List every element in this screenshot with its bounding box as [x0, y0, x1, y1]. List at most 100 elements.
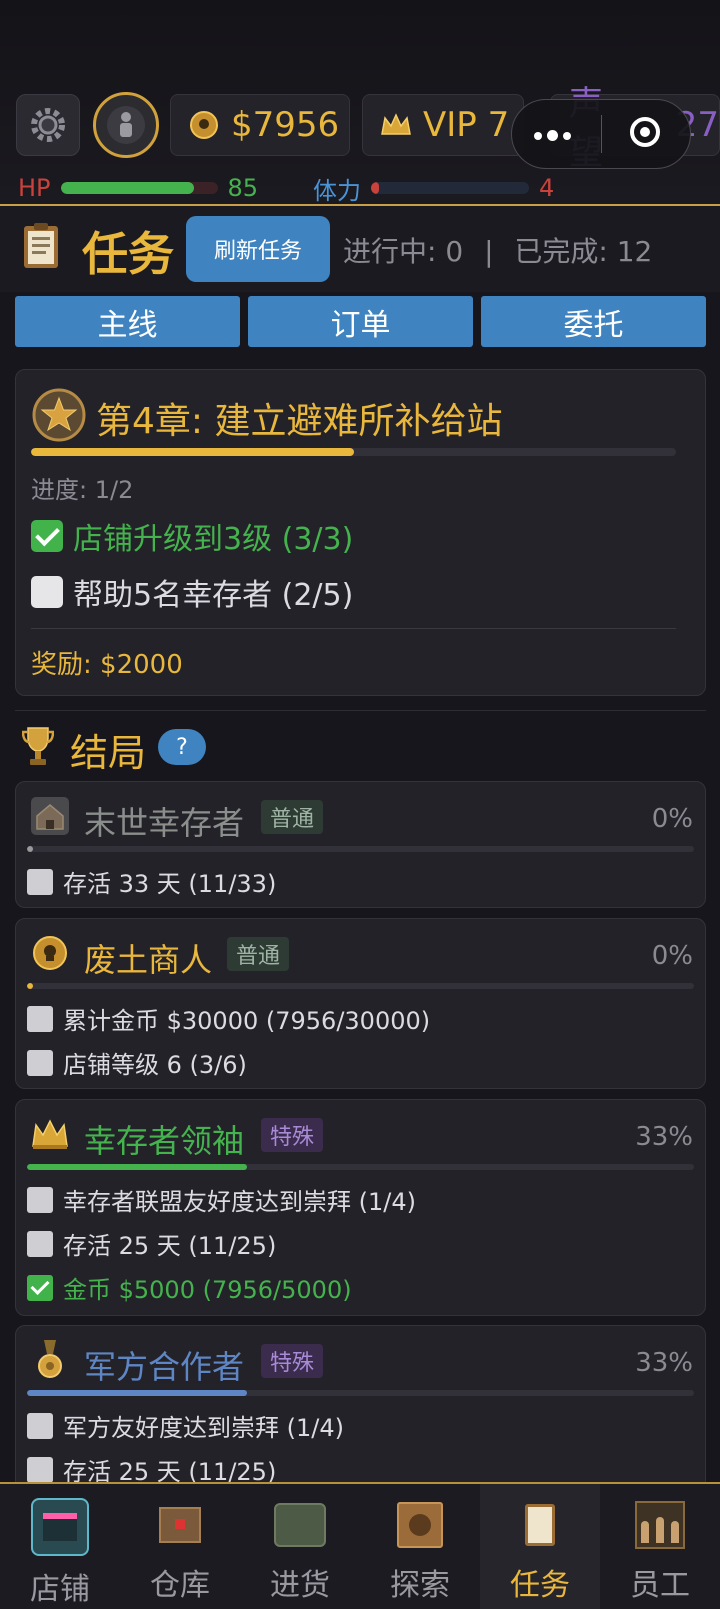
nav-shop[interactable]: 店铺: [0, 1484, 120, 1609]
condition-text: 存活 33 天 (11/33): [63, 870, 277, 898]
nav-restock[interactable]: 进货: [240, 1484, 360, 1609]
condition-text: 金币 $5000 (7956/5000): [63, 1276, 352, 1304]
hp-value: 85: [227, 174, 259, 202]
refresh-tasks-button[interactable]: 刷新任务: [186, 216, 330, 282]
hp-stat: HP 85: [18, 172, 258, 204]
chapter-card: 第4章: 建立避难所补给站 进度: 1/2 店铺升级到3级 (3/3) 帮助5名…: [15, 369, 706, 696]
vip-display[interactable]: VIP 7: [362, 94, 524, 156]
map-icon: [393, 1498, 447, 1552]
hp-bar-fill: [60, 182, 194, 194]
ending-condition: 店铺等级 6 (3/6): [27, 1045, 247, 1080]
soldier-avatar-icon: [107, 106, 145, 144]
checkbox-empty-icon: [27, 1412, 53, 1439]
chapter-progress-fill: [31, 448, 354, 456]
crown-icon: [381, 113, 411, 135]
ending-percent: 0%: [651, 804, 693, 834]
mini-program-capsule: [511, 99, 691, 169]
nav-explore[interactable]: 探索: [360, 1484, 480, 1609]
task-counts: 进行中: 0 | 已完成: 12: [343, 230, 652, 270]
ending-condition: 军方友好度达到崇拜 (1/4): [27, 1408, 344, 1443]
nav-warehouse[interactable]: 仓库: [120, 1484, 240, 1609]
ending-condition: 累计金币 $30000 (7956/30000): [27, 1001, 430, 1036]
stamina-value: 4: [539, 174, 555, 202]
nav-tasks[interactable]: 任务: [480, 1484, 600, 1609]
condition-text: 军方友好度达到崇拜 (1/4): [63, 1414, 344, 1442]
condition-text: 存活 25 天 (11/25): [63, 1232, 277, 1260]
task-tabs: 主线 订单 委托: [15, 296, 706, 347]
checkbox-empty-icon: [27, 1005, 53, 1032]
chapter-progress-text: 进度: 1/2: [31, 476, 134, 504]
ending-percent: 33%: [635, 1348, 693, 1378]
nav-staff[interactable]: 员工: [600, 1484, 720, 1609]
settings-button[interactable]: [16, 94, 80, 156]
ending-progress-fill: [27, 1390, 248, 1396]
nav-label: 任务: [510, 1568, 570, 1603]
trophy-icon: [22, 727, 54, 765]
checkbox-empty-icon: [27, 1230, 53, 1257]
house-icon: [31, 797, 69, 835]
ending-name: 废土商人: [84, 941, 213, 979]
ending-type-badge: 特殊: [261, 1118, 324, 1152]
bottom-nav: 店铺 仓库 进货 探索 任务 员工: [0, 1482, 720, 1609]
condition-text: 累计金币 $30000 (7956/30000): [63, 1007, 431, 1035]
ending-type-badge: 特殊: [261, 1344, 324, 1378]
chapter-progress-bar: [31, 448, 676, 456]
checkbox-empty-icon: [27, 1186, 53, 1213]
ending-condition: 幸存者联盟友好度达到崇拜 (1/4): [27, 1182, 416, 1217]
chapter-objective-1: 店铺升级到3级 (3/3): [31, 514, 353, 558]
close-target-icon[interactable]: [630, 117, 660, 147]
ending-name: 军方合作者: [84, 1348, 245, 1386]
ending-progress-fill: [27, 1164, 248, 1170]
checkbox-empty-icon: [27, 868, 53, 895]
crate-icon: [153, 1498, 207, 1552]
checkbox-checked-icon: [27, 1274, 53, 1301]
truck-icon: [273, 1498, 327, 1552]
ending-type-badge: 普通: [227, 937, 290, 971]
tab-main[interactable]: 主线: [15, 296, 240, 347]
stamina-stat: 体力 4: [313, 172, 555, 205]
chapter-divider: [31, 628, 676, 629]
nav-label: 员工: [630, 1568, 690, 1603]
stamina-label: 体力: [313, 176, 361, 205]
tab-commissions[interactable]: 委托: [481, 296, 706, 347]
clipboard-icon: [24, 223, 58, 268]
section-divider: [15, 710, 706, 711]
coin-skull-icon: [190, 111, 218, 139]
crown-icon: [32, 1119, 68, 1149]
clipboard-icon: [513, 1498, 567, 1552]
endings-title: 结局: [70, 731, 147, 775]
stamina-bar-fill: [371, 182, 379, 194]
count-separator: |: [484, 235, 494, 268]
ending-condition: 存活 33 天 (11/33): [27, 864, 276, 899]
ending-card-merchant[interactable]: 废土商人 普通 0% 累计金币 $30000 (7956/30000) 店铺等级…: [15, 918, 706, 1089]
nav-label: 进货: [270, 1568, 330, 1603]
ending-card-military[interactable]: 军方合作者 特殊 33% 军方友好度达到崇拜 (1/4) 存活 25 天 (11…: [15, 1325, 706, 1500]
ending-card-leader[interactable]: 幸存者领袖 特殊 33% 幸存者联盟友好度达到崇拜 (1/4) 存活 25 天 …: [15, 1099, 706, 1316]
shop-icon: [31, 1498, 89, 1556]
checkbox-checked-icon: [31, 520, 63, 552]
tab-orders[interactable]: 订单: [248, 296, 473, 347]
stamina-bar: [371, 182, 529, 194]
medal-icon: [38, 1340, 62, 1378]
objective-text: 店铺升级到3级 (3/3): [73, 522, 354, 557]
checkbox-empty-icon: [27, 1049, 53, 1076]
avatar[interactable]: [93, 92, 159, 158]
endings-help-button[interactable]: ?: [158, 729, 206, 765]
nav-label: 仓库: [150, 1568, 210, 1603]
ending-progress-bar: [27, 846, 694, 852]
ending-progress-bar: [27, 1164, 694, 1170]
ending-name: 末世幸存者: [84, 804, 245, 842]
in-progress-count: 进行中: 0: [343, 235, 464, 268]
chapter-title: 第4章: 建立避难所补给站: [96, 401, 503, 442]
ending-condition: 金币 $5000 (7956/5000): [27, 1270, 352, 1305]
star-medal-icon: [32, 388, 86, 442]
checkbox-empty-icon: [27, 1456, 53, 1483]
ending-card-survivor[interactable]: 末世幸存者 普通 0% 存活 33 天 (11/33): [15, 781, 706, 908]
hp-label: HP: [18, 174, 51, 202]
more-dots-icon[interactable]: [534, 130, 571, 141]
ending-type-badge: 普通: [261, 800, 324, 834]
ending-progress-bar: [27, 1390, 694, 1396]
vip-level: VIP 7: [423, 105, 510, 145]
money-value: $7956: [231, 105, 340, 145]
team-icon: [633, 1498, 687, 1552]
